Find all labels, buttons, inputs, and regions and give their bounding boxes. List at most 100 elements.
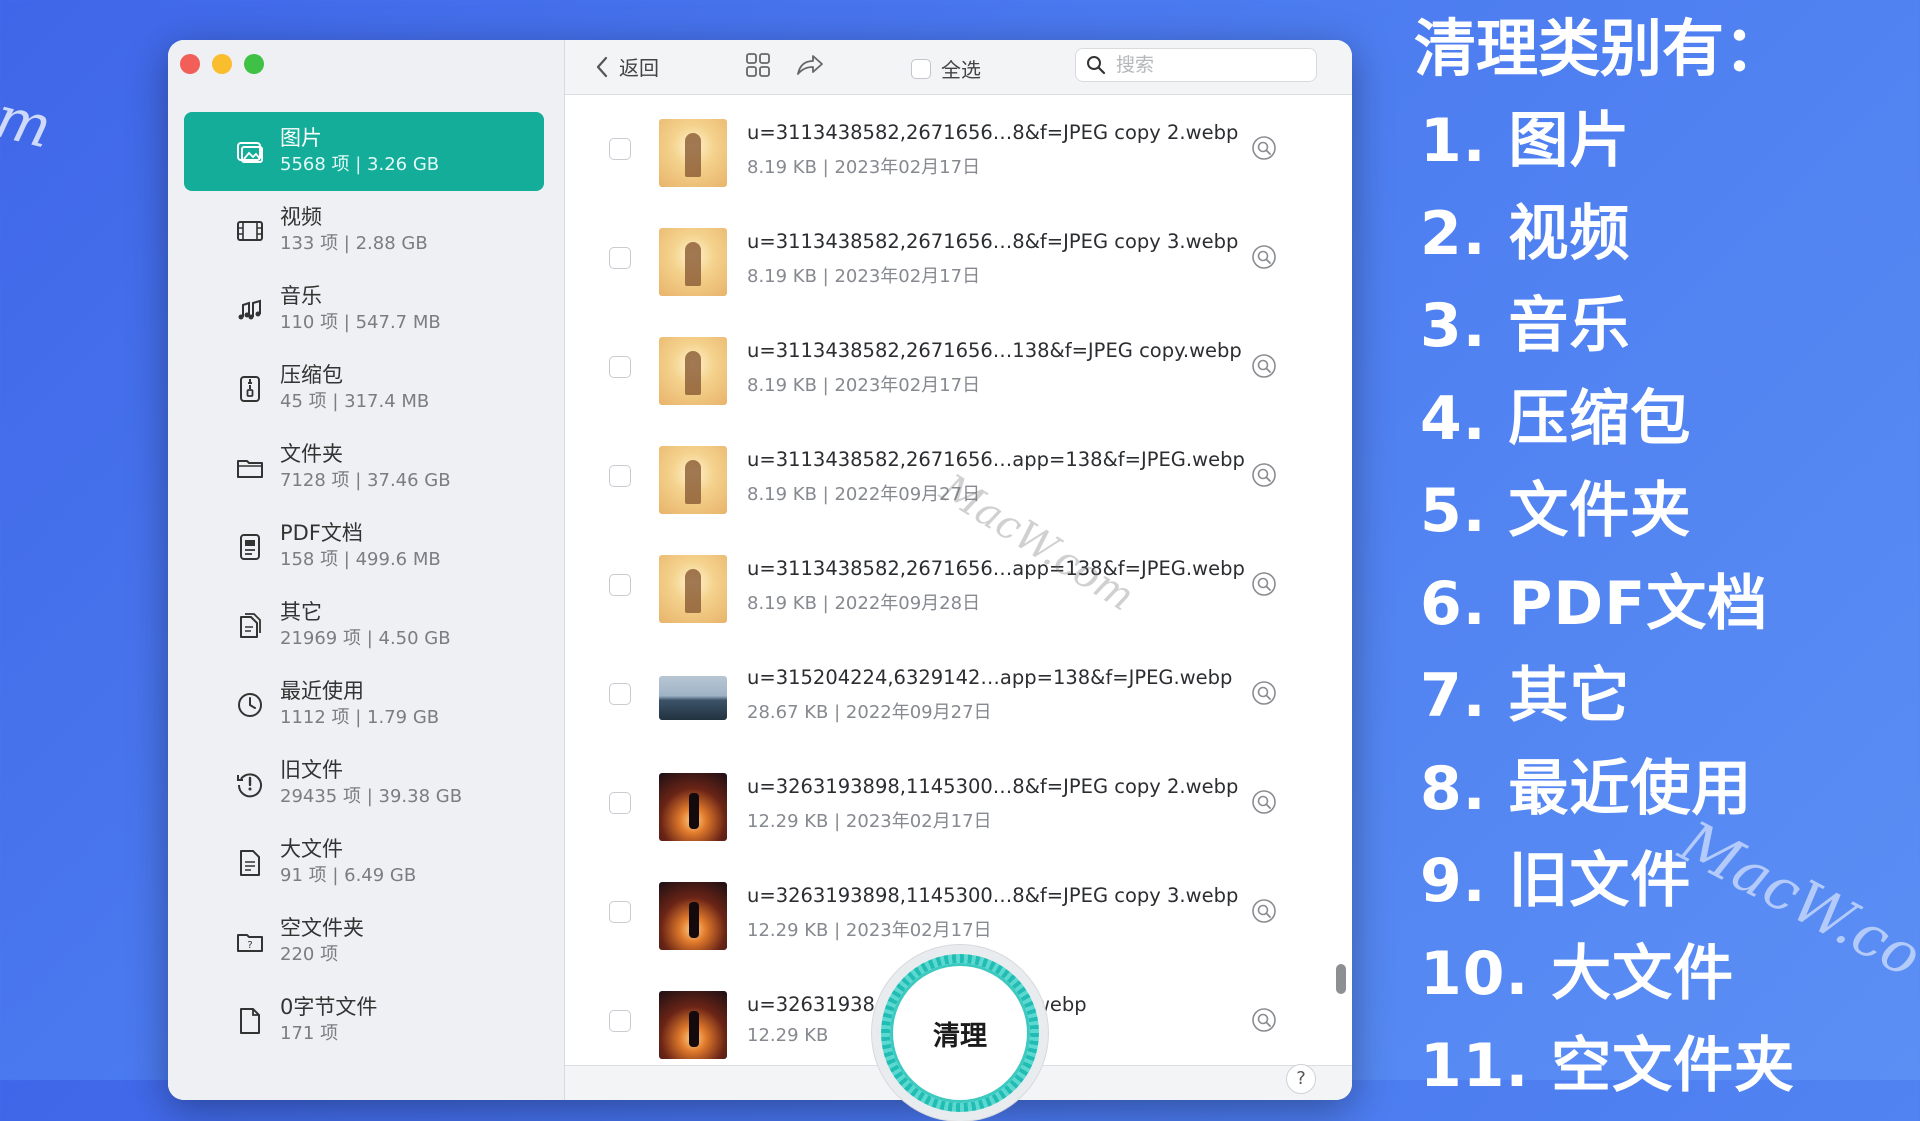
search-input[interactable]	[1114, 53, 1298, 77]
toolbar: 返回 全选	[565, 40, 1352, 95]
documents-icon	[226, 611, 274, 641]
sidebar-item-meta: 21969 项 | 4.50 GB	[280, 628, 451, 649]
sidebar-item-label: 图片	[280, 126, 322, 150]
file-checkbox[interactable]	[609, 247, 631, 269]
file-checkbox[interactable]	[609, 356, 631, 378]
sidebar-item-label: 文件夹	[280, 442, 343, 466]
preview-magnifier-icon[interactable]	[1251, 898, 1277, 924]
overview-item: 6. PDF文档	[1420, 568, 1769, 639]
overview-item: 7. 其它	[1420, 661, 1631, 731]
sidebar-item-label: 旧文件	[280, 758, 343, 782]
overview-item: 2. 视频	[1420, 198, 1631, 269]
window-controls	[180, 54, 264, 74]
scrollbar-thumb[interactable]	[1336, 964, 1346, 994]
file-thumbnail	[659, 446, 727, 514]
sidebar-item-meta: 29435 项 | 39.38 GB	[280, 786, 463, 807]
file-row[interactable]: u=3113438582,2671656…app=138&f=JPEG.webp…	[565, 531, 1336, 640]
overview-item: 9. 旧文件	[1420, 846, 1692, 916]
close-window-button[interactable]	[180, 54, 200, 74]
pdf-doc-icon	[226, 532, 274, 562]
sidebar-item-8[interactable]: 旧文件 29435 项 | 39.38 GB	[184, 744, 544, 823]
grid-view-icon[interactable]	[745, 52, 771, 78]
file-meta: 8.19 KB | 2023年02月17日	[747, 266, 981, 287]
chevron-left-icon	[596, 56, 608, 77]
music-note-icon	[226, 295, 274, 325]
sidebar-item-meta: 91 项 | 6.49 GB	[280, 865, 417, 886]
back-button[interactable]: 返回	[595, 52, 659, 81]
sidebar-item-11[interactable]: 0字节文件 171 项	[184, 981, 544, 1060]
file-meta: 8.19 KB | 2023年02月17日	[747, 157, 981, 178]
file-meta: 12.29 KB	[747, 1025, 829, 1046]
file-row[interactable]: u=3113438582,2671656…8&f=JPEG copy 2.web…	[565, 95, 1336, 204]
file-name: u=3113438582,2671656…138&f=JPEG copy.web…	[747, 339, 1242, 362]
select-all-checkbox[interactable]	[911, 58, 931, 79]
file-checkbox[interactable]	[609, 465, 631, 487]
file-thumbnail	[659, 773, 727, 841]
clock-icon	[226, 690, 274, 720]
sidebar-item-0[interactable]: 图片 5568 项 | 3.26 GB	[184, 112, 544, 191]
file-thumbnail	[659, 228, 727, 296]
preview-magnifier-icon[interactable]	[1251, 789, 1277, 815]
file-row[interactable]: u=3113438582,2671656…8&f=JPEG copy 3.web…	[565, 204, 1336, 313]
file-checkbox[interactable]	[609, 901, 631, 923]
preview-magnifier-icon[interactable]	[1251, 462, 1277, 488]
file-checkbox[interactable]	[609, 1010, 631, 1032]
preview-magnifier-icon[interactable]	[1251, 680, 1277, 706]
sidebar-item-meta: 1112 项 | 1.79 GB	[280, 707, 440, 728]
file-meta: 8.19 KB | 2023年02月17日	[747, 375, 981, 396]
sidebar-item-label: 最近使用	[280, 679, 364, 703]
sidebar-item-1[interactable]: 视频 133 项 | 2.88 GB	[184, 191, 544, 270]
search-box[interactable]	[1075, 48, 1317, 82]
sidebar: 图片 5568 项 | 3.26 GB 视频 133 项 | 2.88 GB 音乐 110…	[168, 40, 565, 1100]
minimize-window-button[interactable]	[212, 54, 232, 74]
photos-icon	[226, 137, 274, 167]
file-checkbox[interactable]	[609, 574, 631, 596]
sidebar-item-meta: 171 项	[280, 1023, 339, 1044]
sidebar-item-5[interactable]: PDF文档 158 项 | 499.6 MB	[184, 507, 544, 586]
archive-icon	[226, 374, 274, 404]
history-icon	[226, 769, 274, 799]
file-meta: 8.19 KB | 2022年09月28日	[747, 593, 981, 614]
sidebar-item-9[interactable]: 大文件 91 项 | 6.49 GB	[184, 823, 544, 902]
help-button[interactable]: ?	[1286, 1064, 1316, 1094]
file-thumbnail	[659, 882, 727, 950]
overview-title: 清理类别有：	[1414, 12, 1787, 85]
file-name: u=3113438582,2671656…app=138&f=JPEG.webp	[747, 448, 1245, 471]
file-name: u=3113438582,2671656…8&f=JPEG copy 3.web…	[747, 230, 1239, 253]
clean-button[interactable]: 清理	[890, 963, 1030, 1103]
sidebar-item-meta: 5568 项 | 3.26 GB	[280, 154, 440, 175]
file-thumbnail	[659, 676, 727, 720]
zoom-window-button[interactable]	[244, 54, 264, 74]
overview-item: 3. 音乐	[1420, 291, 1631, 361]
select-all[interactable]: 全选	[911, 54, 981, 83]
file-row[interactable]: u=3263193898,1145300…8&f=JPEG copy 2.web…	[565, 749, 1336, 858]
file-name: u=315204224,6329142…app=138&f=JPEG.webp	[747, 666, 1233, 689]
file-checkbox[interactable]	[609, 138, 631, 160]
preview-magnifier-icon[interactable]	[1251, 135, 1277, 161]
sidebar-item-7[interactable]: 最近使用 1112 项 | 1.79 GB	[184, 665, 544, 744]
file-name: u=3113438582,2671656…8&f=JPEG copy 2.web…	[747, 121, 1239, 144]
empty-folder-icon: ?	[226, 927, 274, 957]
file-thumbnail	[659, 991, 727, 1059]
sidebar-item-2[interactable]: 音乐 110 项 | 547.7 MB	[184, 270, 544, 349]
sidebar-item-3[interactable]: 压缩包 45 项 | 317.4 MB	[184, 349, 544, 428]
sidebar-item-label: 音乐	[280, 284, 322, 308]
film-icon	[226, 216, 274, 246]
file-row[interactable]: u=3113438582,2671656…138&f=JPEG copy.web…	[565, 313, 1336, 422]
sidebar-item-meta: 133 项 | 2.88 GB	[280, 233, 428, 254]
file-checkbox[interactable]	[609, 683, 631, 705]
preview-magnifier-icon[interactable]	[1251, 571, 1277, 597]
file-checkbox[interactable]	[609, 792, 631, 814]
preview-magnifier-icon[interactable]	[1251, 244, 1277, 270]
sidebar-item-label: 空文件夹	[280, 916, 364, 940]
sidebar-item-6[interactable]: 其它 21969 项 | 4.50 GB	[184, 586, 544, 665]
overview-item: 5. 文件夹	[1420, 476, 1692, 546]
folder-icon	[226, 453, 274, 483]
share-icon[interactable]	[795, 52, 825, 78]
sidebar-item-label: 其它	[280, 600, 322, 624]
sidebar-item-10[interactable]: ? 空文件夹 220 项	[184, 902, 544, 981]
file-row[interactable]: u=315204224,6329142…app=138&f=JPEG.webp 2…	[565, 640, 1336, 749]
preview-magnifier-icon[interactable]	[1251, 1007, 1277, 1033]
preview-magnifier-icon[interactable]	[1251, 353, 1277, 379]
sidebar-item-4[interactable]: 文件夹 7128 项 | 37.46 GB	[184, 428, 544, 507]
